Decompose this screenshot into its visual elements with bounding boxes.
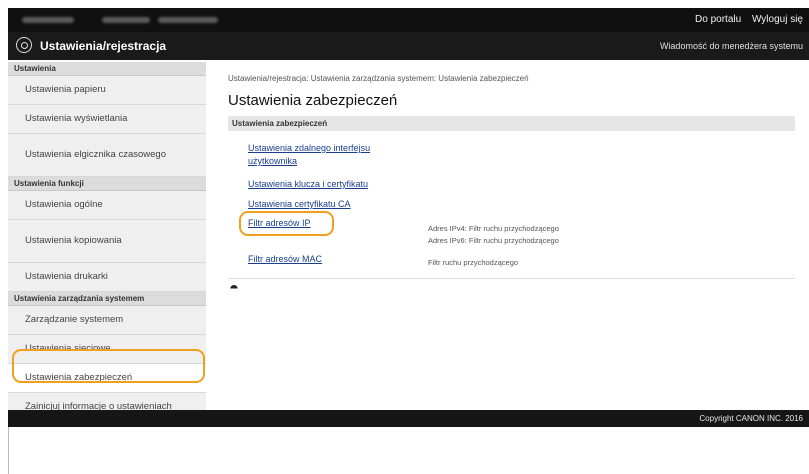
security-settings-highlight bbox=[12, 349, 205, 383]
logout-link[interactable]: Wyloguj się bbox=[752, 14, 803, 25]
message-to-admin-link[interactable]: Wiadomość do menedżera systemu bbox=[660, 41, 803, 51]
mac-address-filter-link[interactable]: Filtr adresów MAC bbox=[248, 254, 322, 264]
sidebar-item-copy-settings[interactable]: Ustawienia kopiowania bbox=[8, 220, 206, 263]
ca-certificate-settings-link[interactable]: Ustawienia certyfikatu CA bbox=[248, 199, 351, 209]
title-bar: Ustawienia/rejestracja Wiadomość do mene… bbox=[8, 32, 809, 60]
sidebar-item-display-settings[interactable]: Ustawienia wyświetlania bbox=[8, 105, 206, 134]
copyright-text: Copyright CANON INC. 2016 bbox=[699, 414, 803, 423]
mac-filter-description: Filtr ruchu przychodzącego bbox=[428, 258, 519, 267]
device-name-blurred bbox=[22, 17, 74, 23]
footer: Copyright CANON INC. 2016 bbox=[8, 410, 809, 427]
sidebar-item-timer-settings[interactable]: Ustawienia elgicznika czasowego bbox=[8, 134, 206, 177]
ip-filter-highlight bbox=[239, 211, 334, 236]
section-header: Ustawienia zabezpieczeń bbox=[228, 116, 795, 131]
remote-ui-link-line2: użytkownika bbox=[248, 156, 298, 166]
content-divider bbox=[228, 278, 795, 279]
sidebar-item-system-management[interactable]: Zarządzanie systemem bbox=[8, 306, 206, 335]
breadcrumb: Ustawienia/rejestracja: Ustawienia zarzą… bbox=[228, 74, 529, 83]
sidebar-item-general-settings[interactable]: Ustawienia ogólne bbox=[8, 191, 206, 220]
key-certificate-settings-link[interactable]: Ustawienia klucza i certyfikatu bbox=[248, 179, 368, 189]
sidebar-header-settings: Ustawienia bbox=[8, 62, 206, 76]
sidebar-item-paper-settings[interactable]: Ustawienia papieru bbox=[8, 76, 206, 105]
settings-gear-icon bbox=[16, 37, 32, 53]
sidebar-item-printer-settings[interactable]: Ustawienia drukarki bbox=[8, 263, 206, 292]
back-to-top-icon[interactable]: ⯊ bbox=[230, 284, 238, 295]
device-model-blurred bbox=[158, 17, 218, 23]
ipv6-filter-description: Adres IPv6: Filtr ruchu przychodzącego bbox=[428, 236, 559, 245]
ipv4-filter-description: Adres IPv4: Filtr ruchu przychodzącego bbox=[428, 224, 559, 233]
sidebar-header-function-settings: Ustawienia funkcji bbox=[8, 177, 206, 191]
frame-border bbox=[8, 427, 9, 474]
remote-ui-link-line1: Ustawienia zdalnego interfejsu bbox=[248, 143, 371, 153]
remote-ui-settings-link[interactable]: Ustawienia zdalnego interfejsu użytkowni… bbox=[248, 142, 370, 168]
portal-link[interactable]: Do portalu bbox=[695, 14, 741, 25]
page-title: Ustawienia zabezpieczeń bbox=[228, 92, 398, 109]
device-info-blurred bbox=[102, 17, 150, 23]
app-title: Ustawienia/rejestracja bbox=[40, 39, 167, 53]
top-bar: Do portalu Wyloguj się bbox=[8, 8, 809, 32]
sidebar-header-system-management: Ustawienia zarządzania systemem bbox=[8, 292, 206, 306]
